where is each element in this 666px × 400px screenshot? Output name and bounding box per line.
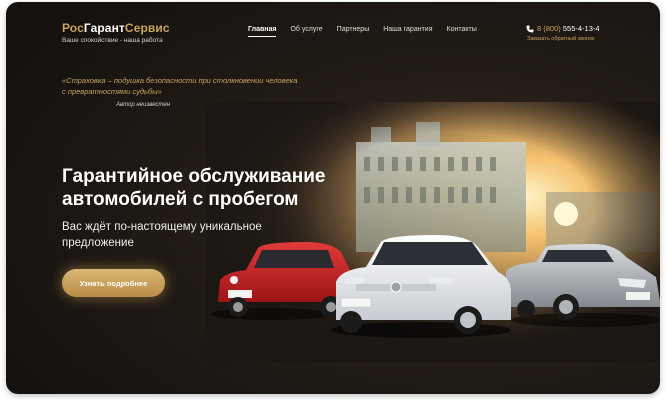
nav-item-about[interactable]: Об услуге (290, 26, 322, 37)
page-frame: РосГарантСервис Ваше спокойствие - наша … (6, 2, 660, 394)
phone-digits: 555-4-13-4 (560, 24, 600, 33)
hero-subtitle: Вас ждёт по-настоящему уникальное предло… (62, 221, 262, 250)
nav-item-partners[interactable]: Партнеры (337, 26, 370, 37)
logo-part-servis: Сервис (124, 21, 170, 35)
nav-item-guarantee[interactable]: Наша гарантия (383, 26, 432, 37)
logo[interactable]: РосГарантСервис Ваше спокойствие - наша … (62, 21, 170, 44)
quote-block: «Страховка – подушка безопасности при ст… (62, 76, 302, 108)
main-nav: Главная Об услуге Партнеры Наша гарантия… (248, 26, 491, 37)
learn-more-button[interactable]: Узнать подробнее (62, 269, 165, 297)
hero-title: Гарантийное обслуживание автомобилей с п… (62, 166, 326, 211)
logo-part-garant: Гарант (83, 21, 125, 35)
logo-tagline: Ваше спокойствие - наша работа (62, 37, 163, 44)
phone-prefix: 8 (800) (537, 24, 561, 33)
callback-link[interactable]: Заказать обратный звонок (527, 36, 600, 42)
phone-number[interactable]: 8 (800) 555-4-13-4 (537, 24, 600, 33)
logo-part-ros: Рос (62, 21, 84, 35)
quote-text: «Страховка – подушка безопасности при ст… (62, 76, 298, 96)
quote-author: Автор неизвестен (116, 101, 171, 108)
nav-item-home[interactable]: Главная (248, 26, 277, 37)
contact-block: 8 (800) 555-4-13-4 Заказать обратный зво… (526, 24, 600, 42)
phone-icon (526, 25, 534, 32)
nav-item-contacts[interactable]: Контакты (447, 26, 477, 37)
logo-name: РосГарантСервис (62, 21, 170, 35)
phone-row[interactable]: 8 (800) 555-4-13-4 (526, 24, 600, 33)
